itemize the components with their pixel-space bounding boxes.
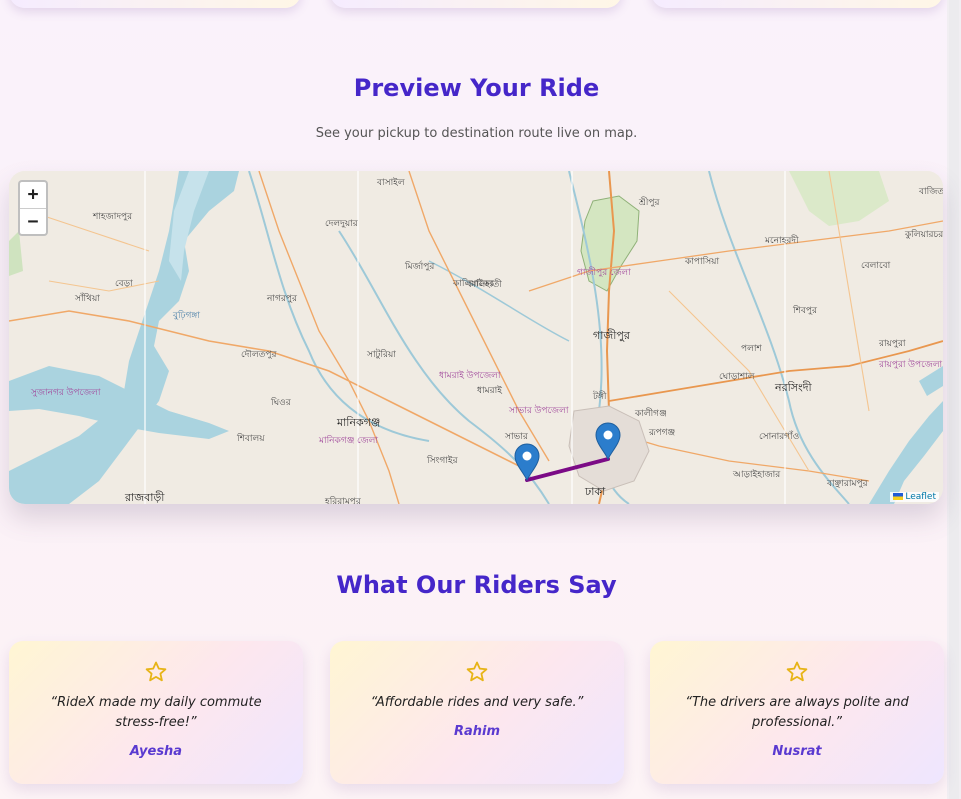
zoom-control: + − [18, 180, 48, 236]
map-label: মনোহরদী [764, 234, 799, 245]
map-label: সোনারগাঁও [759, 430, 799, 441]
map-label: নরসিংদী [774, 381, 813, 394]
map-label: বুঢ়িগঙ্গা [172, 310, 200, 321]
map-label: রায়পুরা উপজেলা [878, 358, 943, 370]
map-label: শাহজাদপুর [92, 211, 133, 222]
map-label: নাগরপুর [266, 293, 298, 304]
leaflet-link[interactable]: Leaflet [905, 492, 936, 502]
testimonial-card: “Affordable rides and very safe.” Rahim [330, 641, 624, 784]
map-label: কালীগঞ্জ [634, 407, 667, 418]
map-label: মানিকগঞ্জ [336, 416, 380, 429]
testimonial-quote: “RideX made my daily commute stress-free… [50, 695, 262, 730]
map-label: ধামরাই উপজেলা [439, 369, 501, 380]
map-label: ধামরাই [477, 385, 502, 395]
map-label: মানিকগঞ্জ জেলা [318, 435, 378, 445]
map-label: সুজানগর উপজেলা [30, 386, 101, 398]
map-label: ঢাকা [584, 486, 606, 498]
map-label: পলাশ [741, 343, 762, 353]
map-label: ঘিওর [270, 397, 292, 407]
route-map[interactable]: শাহজাদপুর বেড়া সাঁথিয়া কালিহাতী বাসাইল… [9, 171, 943, 504]
map-label: গাজীপুর [593, 329, 631, 342]
map-label: শ্রীপুর [638, 196, 660, 208]
map-tiles[interactable]: শাহজাদপুর বেড়া সাঁথিয়া কালিহাতী বাসাইল… [9, 171, 943, 504]
map-label: বাঞ্ছারামপুর [826, 478, 869, 489]
testimonial-author: Ayesha [129, 744, 183, 759]
map-label: বেড়া [115, 278, 133, 288]
map-label: সাটুরিয়া [366, 348, 396, 360]
map-label: রায়পুরা [878, 338, 906, 349]
star-icon [330, 660, 624, 688]
map-label: রাজবাড়ী [124, 491, 165, 504]
map-label: কালিয়াকৈর [452, 278, 495, 288]
ukraine-flag-icon [893, 493, 904, 500]
zoom-out-button[interactable]: − [20, 209, 46, 235]
map-label: শিবালয় [236, 433, 265, 443]
map-label: টঙ্গী [592, 390, 607, 401]
map-label: দেলদুয়ার [325, 218, 359, 229]
map-attribution: Leaflet [890, 492, 939, 502]
map-label: কুলিয়ারচর [904, 229, 943, 240]
map-label: আড়াইহাজার [732, 469, 781, 479]
map-label: সাঁথিয়া [74, 292, 100, 303]
testimonial-quote: “Affordable rides and very safe.” [370, 695, 584, 710]
testimonial-quote: “The drivers are always polite and profe… [685, 695, 909, 730]
preview-ride-title: Preview Your Ride [353, 74, 600, 102]
map-label: রূপগঞ্জ [648, 427, 675, 437]
feature-card-1 [9, 0, 301, 8]
preview-ride-subtitle: See your pickup to destination route liv… [315, 126, 638, 141]
map-label: দৌলতপুর [241, 349, 278, 360]
feature-card-3 [651, 0, 943, 8]
map-label: বাজিতপুর [918, 186, 943, 197]
testimonial-author: Nusrat [772, 744, 822, 759]
map-label: ঘোড়াশাল [719, 371, 755, 381]
map-label: বেলাবো [861, 260, 891, 270]
feature-card-2 [330, 0, 622, 8]
testimonial-card: “RideX made my daily commute stress-free… [9, 641, 303, 784]
testimonial-card: “The drivers are always polite and profe… [650, 641, 944, 784]
map-label: কাপাসিয়া [684, 256, 719, 266]
star-icon [650, 660, 944, 688]
map-label: হরিরামপুর [324, 496, 362, 504]
map-label: গাজীপুর জেলা [577, 266, 631, 278]
map-label: সাভার উপজেলা [508, 404, 569, 415]
map-label: মির্জাপুর [404, 261, 435, 272]
testimonial-author: Rahim [453, 724, 501, 739]
map-label: বাসাইল [376, 177, 405, 187]
star-icon [9, 660, 303, 688]
testimonials-title: What Our Riders Say [336, 571, 617, 599]
map-label: শিবপুর [792, 305, 818, 316]
page-scrollbar[interactable] [947, 0, 961, 799]
map-label: সিংগাইর [426, 455, 459, 465]
map-label: সাভার [504, 431, 529, 441]
zoom-in-button[interactable]: + [20, 182, 46, 209]
